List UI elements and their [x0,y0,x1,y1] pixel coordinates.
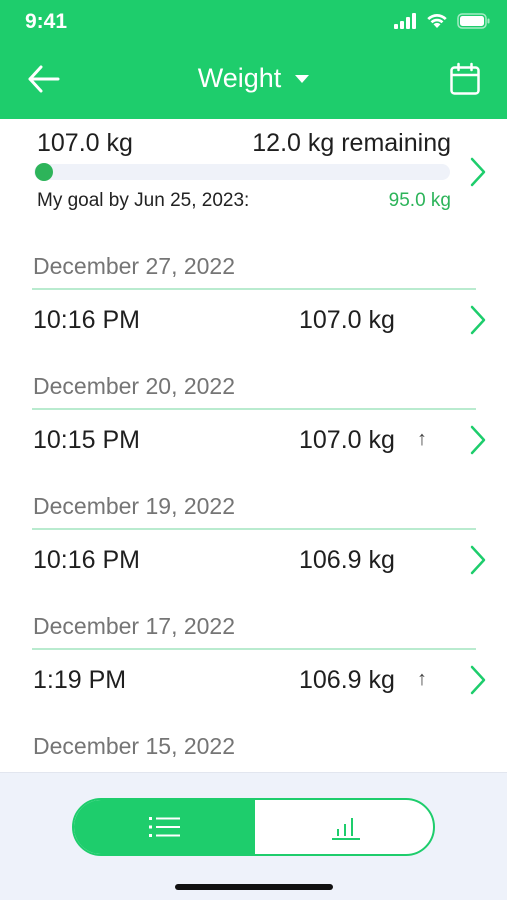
chevron-right-icon [470,425,486,455]
goal-progress-bar [34,163,450,181]
remaining-weight: 12.0 kg remaining [252,129,451,157]
chevron-right-icon [470,157,486,187]
entry-date-header: December 17, 2022 [33,613,236,639]
current-weight: 107.0 kg [37,129,133,157]
app-header: 9:41 Weight [0,0,507,119]
chevron-right-icon [470,305,486,335]
entry-time: 1:19 PM [33,666,127,694]
calendar-icon[interactable] [449,62,481,96]
page-title: Weight [197,63,282,93]
progress-indicator [35,163,53,181]
entry-time: 10:15 PM [33,426,141,454]
status-time: 9:41 [25,10,68,33]
signal-icon [394,12,416,29]
list-view-tab[interactable] [74,800,255,854]
entry-time: 10:16 PM [33,306,141,334]
wifi-icon [427,14,447,28]
entry-weight: 107.0 kg [299,306,395,334]
title-dropdown[interactable]: Weight [0,63,507,94]
entry-date-header: December 27, 2022 [33,253,236,279]
home-indicator [175,884,333,890]
entry-date-header: December 15, 2022 [33,733,236,759]
trend-up-icon: ↑ [417,428,427,450]
entry-weight: 107.0 kg [299,426,395,454]
entry-date-header: December 20, 2022 [33,373,236,399]
bottom-bar [0,772,507,900]
goal-summary[interactable]: 107.0 kg 12.0 kg remaining My goal by Ju… [0,119,507,229]
dropdown-caret-icon [295,74,310,83]
goal-weight: 95.0 kg [388,190,451,211]
divider [32,528,476,530]
divider [32,408,476,410]
divider [32,288,476,290]
chevron-right-icon [470,545,486,575]
battery-icon [457,12,490,29]
divider [32,648,476,650]
chart-view-tab[interactable] [255,800,433,854]
entry-weight: 106.9 kg [299,546,395,574]
view-toggle [72,798,435,856]
entry-date-header: December 19, 2022 [33,493,236,519]
bar-chart-icon [332,818,360,840]
status-icons [393,12,491,29]
entry-weight: 106.9 kg [299,666,395,694]
entry-time: 10:16 PM [33,546,141,574]
chevron-right-icon [470,665,486,695]
goal-date-label: My goal by Jun 25, 2023: [37,190,250,211]
list-icon [148,817,180,837]
trend-up-icon: ↑ [417,668,427,690]
